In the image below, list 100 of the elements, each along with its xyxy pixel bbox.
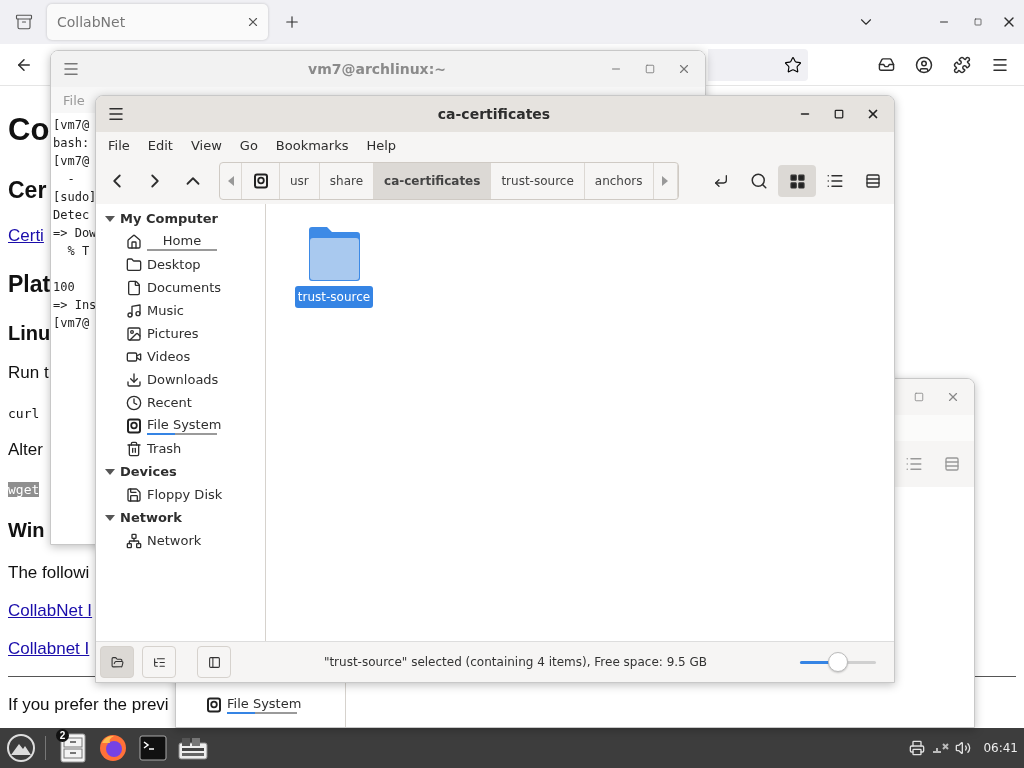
terminal-line: [vm7@ xyxy=(53,117,90,134)
terminal-line: - xyxy=(66,171,75,188)
page-heading: Co xyxy=(8,112,50,148)
page-heading: Win xyxy=(8,518,45,542)
sidebar-item[interactable]: File System xyxy=(96,414,265,437)
sidebar-item[interactable]: Home xyxy=(96,230,265,253)
menu-item[interactable]: File xyxy=(100,137,138,153)
page-link[interactable]: CollabNet I xyxy=(8,601,93,621)
clock-text[interactable]: 06:41 xyxy=(983,741,1018,755)
sidebar-item[interactable]: Music xyxy=(96,299,265,322)
code-text: wget xyxy=(8,481,40,497)
home-icon xyxy=(126,233,142,250)
path-button[interactable]: trust-source xyxy=(491,163,585,199)
sidebar-item[interactable]: File System xyxy=(176,693,345,716)
trash-icon xyxy=(126,440,142,457)
browser-tab[interactable]: CollabNet xyxy=(47,4,268,40)
sidebar-item[interactable]: Network xyxy=(96,529,265,552)
menu-item[interactable]: Go xyxy=(231,137,266,153)
sidebar-item[interactable]: Documents xyxy=(96,276,265,299)
maximize-icon xyxy=(645,64,655,74)
path-button[interactable]: anchors xyxy=(584,163,654,199)
close-icon[interactable] xyxy=(246,15,260,29)
grid-view-icon xyxy=(788,172,806,190)
close-icon xyxy=(866,107,880,121)
file-name[interactable]: trust-source xyxy=(294,286,374,308)
sidebar-section[interactable]: My Computer xyxy=(96,207,265,230)
page-heading: Linu xyxy=(8,321,51,345)
maximize-icon xyxy=(914,392,924,402)
folder-icon[interactable] xyxy=(307,226,361,282)
folder-icon xyxy=(126,256,142,273)
menu-icon xyxy=(107,105,125,123)
cabinet-icon xyxy=(59,733,87,763)
clock-icon xyxy=(126,394,142,411)
page-heading: Plat xyxy=(8,270,51,298)
toolbox-icon xyxy=(178,735,208,761)
document-icon xyxy=(126,279,142,296)
list-view-icon xyxy=(826,172,844,190)
user-icon xyxy=(915,55,933,74)
drive-icon xyxy=(252,173,269,189)
page-text: If you prefer the previ xyxy=(8,695,169,715)
pane-button[interactable] xyxy=(142,646,176,678)
sidebar-item[interactable]: Desktop xyxy=(96,253,265,276)
triangle-icon xyxy=(105,512,115,523)
sidebar-section[interactable]: Network xyxy=(96,506,265,529)
tree-icon xyxy=(152,655,166,669)
window-title: ca-certificates xyxy=(437,106,551,122)
page-text: The followi xyxy=(8,563,90,583)
terminal-line: [sudo] xyxy=(53,189,97,206)
star-icon[interactable] xyxy=(784,55,802,74)
puzzle-icon xyxy=(953,55,971,74)
menu-item[interactable]: Help xyxy=(358,137,405,153)
sidebar-item[interactable]: Floppy Disk xyxy=(96,483,265,506)
network-offline-icon[interactable] xyxy=(931,740,950,756)
status-text: "trust-source" selected (containing 4 items), Free space: 9.5 GB xyxy=(322,655,709,669)
code-text: curl xyxy=(8,405,40,421)
menu-item[interactable]: View xyxy=(182,137,230,153)
sidebar-section[interactable]: Devices xyxy=(96,460,265,483)
pane-button[interactable] xyxy=(197,646,231,678)
printer-icon[interactable] xyxy=(909,740,926,756)
tray-icon xyxy=(15,13,33,31)
menu-item[interactable]: Edit xyxy=(139,137,181,153)
pane-button[interactable] xyxy=(100,646,134,678)
path-button[interactable]: ca-certificates xyxy=(374,163,492,199)
path-button[interactable]: usr xyxy=(280,163,320,199)
volume-icon[interactable] xyxy=(955,740,972,756)
terminal-icon xyxy=(139,735,167,761)
floppy-icon xyxy=(126,486,142,503)
search-icon xyxy=(750,172,768,190)
terminal-line: 100 xyxy=(53,279,75,296)
zoom-slider[interactable] xyxy=(800,652,876,672)
count-badge: 2 xyxy=(56,729,69,742)
taskbar-app[interactable]: 2 xyxy=(53,728,93,768)
usage-bar xyxy=(147,432,217,435)
page-text: Run t xyxy=(8,363,49,383)
view-button[interactable] xyxy=(778,165,816,197)
sidebar-item[interactable]: Pictures xyxy=(96,322,265,345)
terminal-line: bash: xyxy=(53,135,90,152)
address-field[interactable] xyxy=(708,48,808,81)
sidebar-item[interactable]: Downloads xyxy=(96,368,265,391)
list-view-icon xyxy=(905,455,923,473)
close-icon xyxy=(677,62,691,76)
terminal-line: % T xyxy=(66,243,90,260)
page-heading: Cer xyxy=(8,176,47,204)
folder-icon xyxy=(110,655,124,669)
sidebar-item[interactable]: Trash xyxy=(96,437,265,460)
triangle-right-icon xyxy=(662,176,668,186)
sidebar-item[interactable]: Recent xyxy=(96,391,265,414)
mountain-logo-icon xyxy=(6,733,36,763)
page-link[interactable]: Certi xyxy=(8,226,44,246)
image-icon xyxy=(126,325,142,342)
menu-item[interactable]: Bookmarks xyxy=(267,137,357,153)
maximize-icon xyxy=(834,109,844,119)
close-icon xyxy=(946,390,960,404)
page-link[interactable]: Collabnet I xyxy=(8,639,90,659)
firefox-icon xyxy=(98,733,128,763)
terminal-line: [vm7@ xyxy=(53,153,90,170)
compact-view-icon xyxy=(944,456,960,472)
menu-icon xyxy=(62,60,80,78)
sidebar-item[interactable]: Videos xyxy=(96,345,265,368)
maximize-icon xyxy=(974,18,982,26)
